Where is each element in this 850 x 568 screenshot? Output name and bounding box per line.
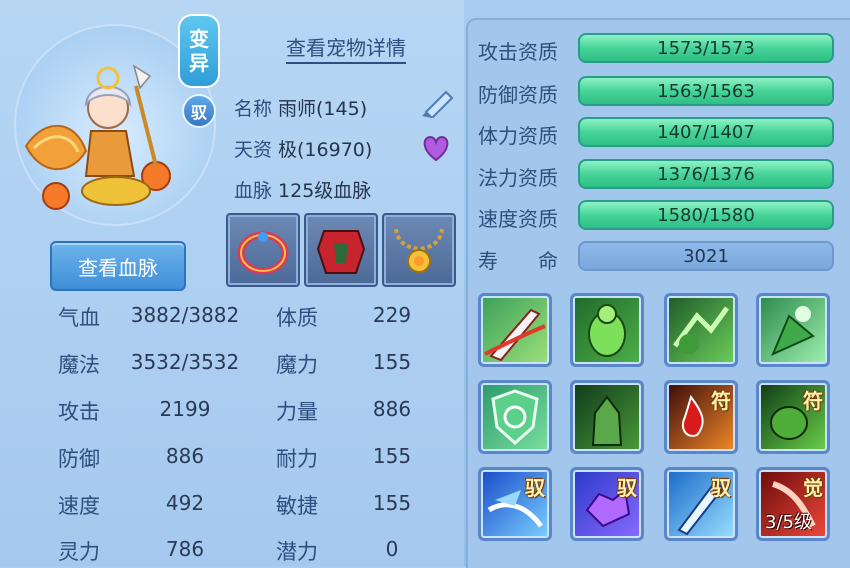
variant-char-1: 变	[189, 27, 209, 51]
aptitude-label-defense: 防御资质	[478, 83, 558, 107]
skill-slot-12[interactable]: 觉 3/5级	[756, 467, 830, 541]
aptitude-bar-speed: 1580/1580	[578, 200, 834, 230]
skill-badge-11: 驭	[711, 476, 731, 500]
stat-label-attack: 攻击	[58, 400, 100, 424]
sword-slash-icon	[484, 308, 546, 362]
aptitude-label-mana: 法力资质	[478, 166, 558, 190]
stat-label-mp: 魔法	[58, 353, 100, 377]
stat-value-constitution: 229	[372, 303, 412, 327]
stat-value-attack: 2199	[159, 397, 211, 421]
skill-slot-5[interactable]	[478, 380, 552, 454]
variant-badge: 变 异	[178, 14, 220, 88]
skill-badge-12: 觉	[803, 476, 823, 500]
red-armor-icon	[316, 230, 366, 274]
stat-label-agility: 敏捷	[276, 494, 318, 518]
stat-value-hp: 3882/3882	[130, 303, 240, 327]
pet-bloodline-row: 血脉 125级血脉	[234, 176, 371, 203]
stat-label-speed: 速度	[58, 494, 100, 518]
stat-label-strength: 力量	[276, 400, 318, 424]
stat-value-strength: 886	[372, 397, 412, 421]
view-bloodline-button[interactable]: 查看血脉	[50, 241, 186, 291]
green-demon-icon	[588, 304, 626, 357]
equip-slot-3[interactable]	[382, 213, 456, 287]
stat-label-hp: 气血	[58, 306, 100, 330]
green-charge-icon	[771, 306, 815, 356]
skill-level-text: 3/5级	[765, 512, 812, 533]
pet-name-label: 名称	[234, 98, 273, 120]
skill-slot-1[interactable]	[478, 293, 552, 367]
aptitude-bar-stamina: 1407/1407	[578, 117, 834, 147]
jeweled-ring-icon	[237, 231, 289, 275]
aptitude-label-attack: 攻击资质	[478, 40, 558, 64]
stat-label-defense: 防御	[58, 447, 100, 471]
yu-badge: 驭	[182, 94, 216, 128]
stat-value-magic: 155	[372, 350, 412, 374]
pet-aptitude-row: 天资 极(16970)	[234, 135, 372, 162]
rename-pen-icon[interactable]	[420, 88, 456, 120]
skill-badge-8: 符	[803, 389, 823, 413]
stat-value-potential: 0	[385, 537, 399, 561]
pet-name-row: 名称 雨师(145)	[234, 94, 367, 121]
pet-aptitude-label: 天资	[234, 139, 273, 161]
skill-badge-9: 驭	[525, 476, 545, 500]
stat-label-endurance: 耐力	[276, 447, 318, 471]
stat-label-magic: 魔力	[276, 353, 318, 377]
stat-value-agility: 155	[372, 491, 412, 515]
skill-slot-2[interactable]	[570, 293, 644, 367]
lifespan-bar: 3021	[578, 241, 834, 271]
skill-badge-7: 符	[711, 389, 731, 413]
aptitude-bar-defense: 1563/1563	[578, 76, 834, 106]
skill-slot-9[interactable]: 驭	[478, 467, 552, 541]
aptitude-bar-mana: 1376/1376	[578, 159, 834, 189]
equip-slot-2[interactable]	[304, 213, 378, 287]
skill-slot-7[interactable]: 符	[664, 380, 738, 454]
stat-value-mp: 3532/3532	[130, 350, 240, 374]
stat-label-constitution: 体质	[276, 306, 318, 330]
skill-slot-8[interactable]: 符	[756, 380, 830, 454]
stat-value-defense: 886	[165, 444, 205, 468]
pet-bloodline-label: 血脉	[234, 180, 273, 202]
stat-label-potential: 潜力	[276, 540, 318, 564]
aptitude-label-speed: 速度资质	[478, 207, 558, 231]
skill-slot-3[interactable]	[664, 293, 738, 367]
pet-bloodline-value: 125级血脉	[278, 180, 372, 202]
variant-char-2: 异	[189, 51, 209, 75]
stat-value-speed: 492	[165, 491, 205, 515]
aptitude-label-stamina: 体力资质	[478, 124, 558, 148]
view-pet-details-link[interactable]: 查看宠物详情	[286, 32, 406, 64]
pet-aptitude-value: 极(16970)	[278, 139, 373, 161]
lifespan-label: 寿 命	[478, 249, 558, 273]
stat-value-spirit: 786	[165, 537, 205, 561]
skill-slot-11[interactable]: 驭	[664, 467, 738, 541]
stat-label-spirit: 灵力	[58, 540, 100, 564]
skill-slot-4[interactable]	[756, 293, 830, 367]
green-giant-icon	[591, 395, 623, 446]
skill-slot-6[interactable]	[570, 380, 644, 454]
pet-name-value: 雨师(145)	[278, 98, 368, 120]
sun-necklace-icon	[394, 228, 444, 273]
green-shield-icon	[491, 389, 539, 446]
skill-badge-10: 驭	[617, 476, 637, 500]
skill-slot-10[interactable]: 驭	[570, 467, 644, 541]
green-shadow-strike-icon	[672, 306, 730, 354]
equip-slot-1[interactable]	[226, 213, 300, 287]
aptitude-bar-attack: 1573/1573	[578, 33, 834, 63]
stat-value-endurance: 155	[372, 444, 412, 468]
heart-icon[interactable]	[420, 134, 452, 162]
